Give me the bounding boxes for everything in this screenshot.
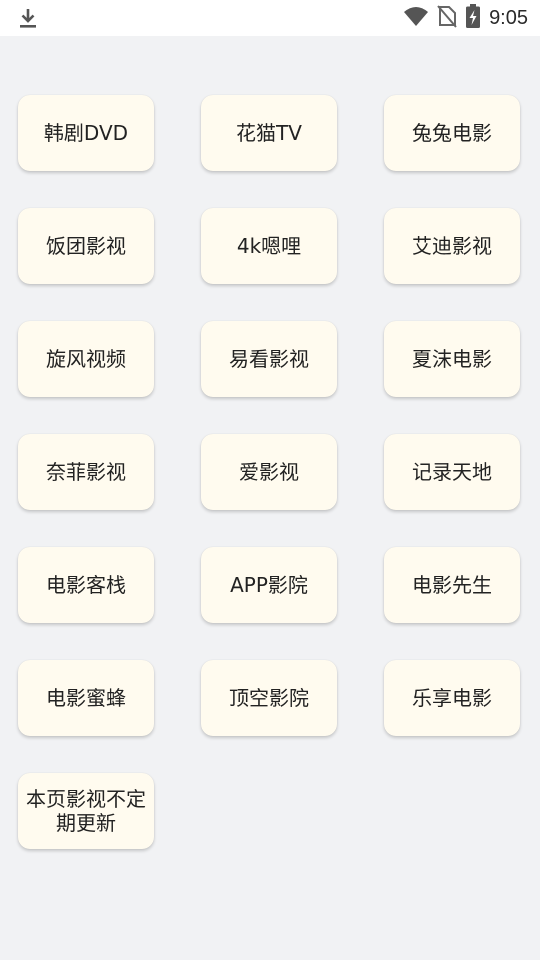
app-tile-label: 艾迪影视 — [412, 234, 492, 258]
app-tile[interactable]: 艾迪影视 — [384, 208, 520, 284]
app-tile-label: 饭团影视 — [46, 234, 126, 258]
download-icon — [16, 6, 40, 30]
app-tile-label: 韩剧DVD — [43, 121, 129, 145]
app-tile[interactable]: 兔兔电影 — [384, 95, 520, 171]
app-tile-label: 乐享电影 — [412, 686, 492, 710]
app-tile[interactable]: 易看影视 — [201, 321, 337, 397]
app-tile[interactable]: 奈菲影视 — [18, 434, 154, 510]
app-tile-label: 顶空影院 — [229, 686, 309, 710]
app-tile[interactable]: 饭团影视 — [18, 208, 154, 284]
app-grid: 韩剧DVD 花猫TV 兔兔电影 饭团影视 4k嗯哩 艾迪影视 旋风视频 易看影视… — [18, 95, 520, 849]
app-tile[interactable]: 花猫TV — [201, 95, 337, 171]
app-tile-label: 旋风视频 — [46, 347, 126, 371]
app-tile-label: 电影蜜蜂 — [46, 686, 126, 710]
notice-tile-label: 本页影视不定期更新 — [26, 787, 146, 835]
app-tile[interactable]: 夏沫电影 — [384, 321, 520, 397]
app-tile-label: 记录天地 — [412, 460, 492, 484]
app-tile-label: 兔兔电影 — [412, 121, 492, 145]
app-tile-label: 花猫TV — [236, 121, 302, 145]
wifi-icon — [403, 5, 429, 31]
no-sim-icon — [437, 4, 457, 32]
app-tile-label: 电影先生 — [412, 573, 492, 597]
app-tile-label: 4k嗯哩 — [236, 234, 302, 258]
app-tile[interactable]: APP影院 — [201, 547, 337, 623]
app-tile[interactable]: 爱影视 — [201, 434, 337, 510]
app-tile[interactable]: 电影先生 — [384, 547, 520, 623]
app-tile[interactable]: 旋风视频 — [18, 321, 154, 397]
notice-tile[interactable]: 本页影视不定期更新 — [18, 773, 154, 849]
app-tile-label: 奈菲影视 — [46, 460, 126, 484]
app-tile-label: 爱影视 — [239, 460, 299, 484]
app-tile-label: 电影客栈 — [46, 573, 126, 597]
status-bar: 9:05 — [0, 0, 540, 36]
app-tile[interactable]: 乐享电影 — [384, 660, 520, 736]
status-time: 9:05 — [489, 6, 528, 29]
app-tile[interactable]: 顶空影院 — [201, 660, 337, 736]
app-tile[interactable]: 记录天地 — [384, 434, 520, 510]
status-icons: 9:05 — [403, 0, 528, 36]
app-tile-label: 易看影视 — [229, 347, 309, 371]
app-tile[interactable]: 电影客栈 — [18, 547, 154, 623]
app-tile-label: 夏沫电影 — [412, 347, 492, 371]
app-tile[interactable]: 电影蜜蜂 — [18, 660, 154, 736]
app-tile[interactable]: 韩剧DVD — [18, 95, 154, 171]
app-tile[interactable]: 4k嗯哩 — [201, 208, 337, 284]
battery-charging-icon — [465, 3, 481, 33]
app-tile-label: APP影院 — [230, 573, 308, 597]
